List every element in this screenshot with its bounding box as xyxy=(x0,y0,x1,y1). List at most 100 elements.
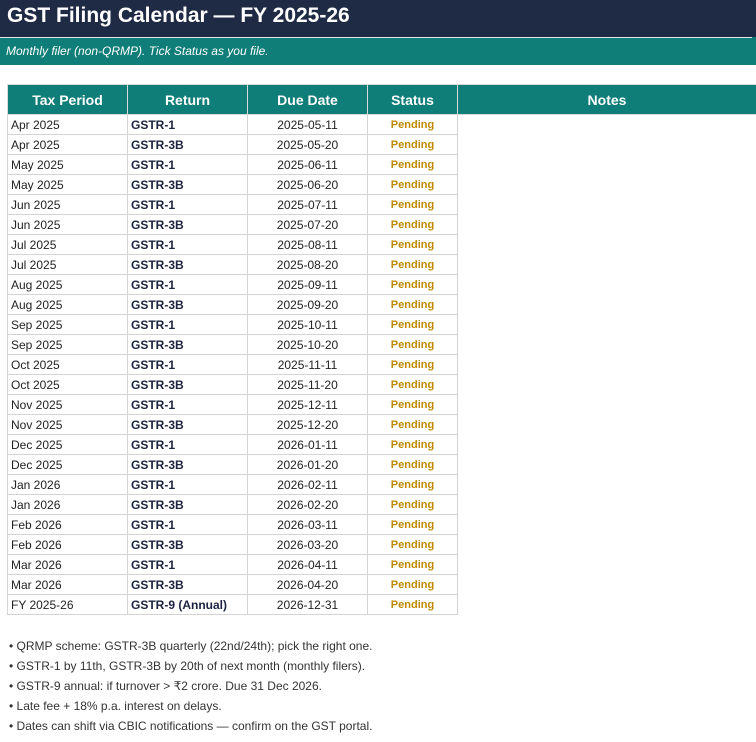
cell-notes[interactable] xyxy=(458,275,756,295)
cell-status[interactable]: Pending xyxy=(367,394,458,415)
cell-due-date[interactable]: 2025-11-20 xyxy=(247,374,368,395)
cell-return[interactable]: GSTR-3B xyxy=(127,214,248,235)
cell-due-date[interactable]: 2025-12-11 xyxy=(247,394,368,415)
cell-status[interactable]: Pending xyxy=(367,494,458,515)
cell-due-date[interactable]: 2025-12-20 xyxy=(247,414,368,435)
cell-status[interactable]: Pending xyxy=(367,314,458,335)
cell-return[interactable]: GSTR-1 xyxy=(127,114,248,135)
cell-status[interactable]: Pending xyxy=(367,374,458,395)
cell-status[interactable]: Pending xyxy=(367,354,458,375)
cell-status[interactable]: Pending xyxy=(367,274,458,295)
cell-tax-period[interactable]: Nov 2025 xyxy=(7,394,128,415)
cell-due-date[interactable]: 2025-10-11 xyxy=(247,314,368,335)
cell-tax-period[interactable]: Oct 2025 xyxy=(7,374,128,395)
cell-due-date[interactable]: 2026-04-20 xyxy=(247,574,368,595)
cell-due-date[interactable]: 2026-02-20 xyxy=(247,494,368,515)
cell-return[interactable]: GSTR-3B xyxy=(127,374,248,395)
cell-notes[interactable] xyxy=(458,355,756,375)
cell-due-date[interactable]: 2026-02-11 xyxy=(247,474,368,495)
cell-status[interactable]: Pending xyxy=(367,234,458,255)
cell-status[interactable]: Pending xyxy=(367,414,458,435)
cell-return[interactable]: GSTR-3B xyxy=(127,294,248,315)
cell-due-date[interactable]: 2025-09-20 xyxy=(247,294,368,315)
cell-due-date[interactable]: 2025-08-11 xyxy=(247,234,368,255)
column-header-notes[interactable]: Notes xyxy=(457,84,756,115)
cell-tax-period[interactable]: Dec 2025 xyxy=(7,434,128,455)
cell-notes[interactable] xyxy=(458,535,756,555)
column-header-due-date[interactable]: Due Date xyxy=(247,84,368,115)
cell-return[interactable]: GSTR-1 xyxy=(127,314,248,335)
cell-due-date[interactable]: 2026-12-31 xyxy=(247,594,368,615)
cell-return[interactable]: GSTR-1 xyxy=(127,434,248,455)
cell-return[interactable]: GSTR-3B xyxy=(127,334,248,355)
cell-due-date[interactable]: 2025-05-20 xyxy=(247,134,368,155)
cell-due-date[interactable]: 2026-04-11 xyxy=(247,554,368,575)
cell-status[interactable]: Pending xyxy=(367,194,458,215)
cell-tax-period[interactable]: Aug 2025 xyxy=(7,274,128,295)
cell-due-date[interactable]: 2026-03-20 xyxy=(247,534,368,555)
cell-return[interactable]: GSTR-3B xyxy=(127,254,248,275)
cell-status[interactable]: Pending xyxy=(367,214,458,235)
cell-tax-period[interactable]: May 2025 xyxy=(7,154,128,175)
cell-notes[interactable] xyxy=(458,475,756,495)
cell-notes[interactable] xyxy=(458,195,756,215)
cell-tax-period[interactable]: Feb 2026 xyxy=(7,514,128,535)
cell-due-date[interactable]: 2025-11-11 xyxy=(247,354,368,375)
cell-status[interactable]: Pending xyxy=(367,594,458,615)
cell-status[interactable]: Pending xyxy=(367,174,458,195)
cell-status[interactable]: Pending xyxy=(367,294,458,315)
cell-tax-period[interactable]: Jan 2026 xyxy=(7,494,128,515)
cell-return[interactable]: GSTR-1 xyxy=(127,154,248,175)
cell-notes[interactable] xyxy=(458,575,756,595)
cell-status[interactable]: Pending xyxy=(367,554,458,575)
cell-tax-period[interactable]: Apr 2025 xyxy=(7,114,128,135)
cell-tax-period[interactable]: Jun 2025 xyxy=(7,194,128,215)
cell-status[interactable]: Pending xyxy=(367,454,458,475)
cell-tax-period[interactable]: Mar 2026 xyxy=(7,574,128,595)
cell-status[interactable]: Pending xyxy=(367,254,458,275)
column-header-tax-period[interactable]: Tax Period xyxy=(7,84,128,115)
cell-notes[interactable] xyxy=(458,435,756,455)
cell-return[interactable]: GSTR-1 xyxy=(127,354,248,375)
cell-tax-period[interactable]: Sep 2025 xyxy=(7,314,128,335)
cell-tax-period[interactable]: Feb 2026 xyxy=(7,534,128,555)
cell-status[interactable]: Pending xyxy=(367,154,458,175)
cell-tax-period[interactable]: Aug 2025 xyxy=(7,294,128,315)
column-header-status[interactable]: Status xyxy=(367,84,458,115)
cell-notes[interactable] xyxy=(458,555,756,575)
cell-return[interactable]: GSTR-1 xyxy=(127,274,248,295)
cell-notes[interactable] xyxy=(458,335,756,355)
cell-notes[interactable] xyxy=(458,595,756,615)
cell-status[interactable]: Pending xyxy=(367,434,458,455)
cell-return[interactable]: GSTR-3B xyxy=(127,494,248,515)
cell-notes[interactable] xyxy=(458,295,756,315)
cell-due-date[interactable]: 2025-05-11 xyxy=(247,114,368,135)
cell-return[interactable]: GSTR-1 xyxy=(127,554,248,575)
cell-return[interactable]: GSTR-3B xyxy=(127,454,248,475)
cell-due-date[interactable]: 2025-07-11 xyxy=(247,194,368,215)
cell-notes[interactable] xyxy=(458,455,756,475)
cell-tax-period[interactable]: Apr 2025 xyxy=(7,134,128,155)
cell-status[interactable]: Pending xyxy=(367,514,458,535)
cell-notes[interactable] xyxy=(458,175,756,195)
cell-due-date[interactable]: 2025-08-20 xyxy=(247,254,368,275)
cell-due-date[interactable]: 2025-06-11 xyxy=(247,154,368,175)
cell-return[interactable]: GSTR-3B xyxy=(127,574,248,595)
cell-notes[interactable] xyxy=(458,215,756,235)
cell-status[interactable]: Pending xyxy=(367,474,458,495)
cell-due-date[interactable]: 2026-01-11 xyxy=(247,434,368,455)
cell-return[interactable]: GSTR-9 (Annual) xyxy=(127,594,248,615)
cell-return[interactable]: GSTR-3B xyxy=(127,414,248,435)
cell-return[interactable]: GSTR-1 xyxy=(127,234,248,255)
cell-notes[interactable] xyxy=(458,235,756,255)
cell-status[interactable]: Pending xyxy=(367,114,458,135)
cell-notes[interactable] xyxy=(458,315,756,335)
cell-notes[interactable] xyxy=(458,415,756,435)
cell-tax-period[interactable]: Dec 2025 xyxy=(7,454,128,475)
column-header-return[interactable]: Return xyxy=(127,84,248,115)
cell-tax-period[interactable]: Oct 2025 xyxy=(7,354,128,375)
cell-status[interactable]: Pending xyxy=(367,134,458,155)
cell-tax-period[interactable]: Sep 2025 xyxy=(7,334,128,355)
cell-tax-period[interactable]: Nov 2025 xyxy=(7,414,128,435)
cell-status[interactable]: Pending xyxy=(367,334,458,355)
